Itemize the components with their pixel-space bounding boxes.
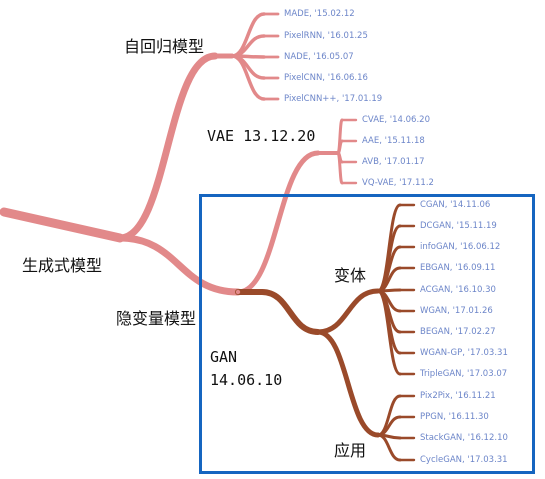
- leaf-label-vae: VQ-VAE, '17.11.2: [362, 178, 434, 188]
- leaf-label-gan_applications: CycleGAN, '17.03.31: [420, 455, 508, 465]
- node-dot-vae: [335, 150, 341, 156]
- branch-label-autoregressive: 自回归模型: [124, 37, 205, 56]
- leaf-label-gan_variants: TripleGAN, '17.03.07: [420, 369, 508, 379]
- leaf-label-gan_applications: StackGAN, '16.12.10: [420, 433, 508, 443]
- leaf-label-gan_variants: ACGAN, '16.10.30: [420, 285, 496, 295]
- leaf-label-vae: CVAE, '14.06.20: [362, 115, 430, 125]
- leaf-label-gan_applications: PPGN, '16.11.30: [420, 412, 489, 422]
- leaf-label-gan_variants: WGAN, '17.01.26: [420, 306, 493, 316]
- branch-label-gan-variants: 变体: [334, 266, 367, 285]
- leaf-label-gan_variants: CGAN, '14.11.06: [420, 200, 491, 210]
- branch-label-latent-variable: 隐变量模型: [116, 309, 197, 328]
- leaf-label-gan_variants: infoGAN, '16.06.12: [420, 242, 501, 252]
- leaf-label-autoregressive: PixelCNN, '16.06.16: [284, 73, 368, 83]
- leaf-label-vae: AVB, '17.01.17: [362, 157, 425, 167]
- leaf-label-autoregressive: NADE, '16.05.07: [284, 52, 354, 62]
- leaf-label-autoregressive: PixelCNN++, '17.01.19: [284, 94, 383, 104]
- leaf-label-vae: AAE, '15.11.18: [362, 136, 425, 146]
- leaf-label-gan_variants: WGAN-GP, '17.03.31: [420, 348, 508, 358]
- node-dot-autoregressive: [229, 53, 235, 59]
- branch-label-gan-date: 14.06.10: [210, 371, 283, 389]
- leaf-label-gan_variants: DCGAN, '15.11.19: [420, 221, 497, 231]
- node-dot-root: [117, 235, 123, 241]
- leaf-label-autoregressive: PixelRNN, '16.01.25: [284, 31, 368, 41]
- leaf-label-autoregressive: MADE, '15.02.12: [284, 9, 355, 19]
- root-label-generative-models: 生成式模型: [22, 256, 103, 275]
- leaf-label-gan_variants: EBGAN, '16.09.11: [420, 263, 496, 273]
- leaf-label-gan_variants: BEGAN, '17.02.27: [420, 327, 496, 337]
- leaf-label-gan_applications: Pix2Pix, '16.11.21: [420, 391, 496, 401]
- branch-label-gan: GAN: [210, 348, 238, 366]
- branch-label-vae: VAE 13.12.20: [207, 127, 316, 145]
- branch-label-gan-applications: 应用: [334, 441, 367, 460]
- edge-root-trunk: [0, 207, 125, 243]
